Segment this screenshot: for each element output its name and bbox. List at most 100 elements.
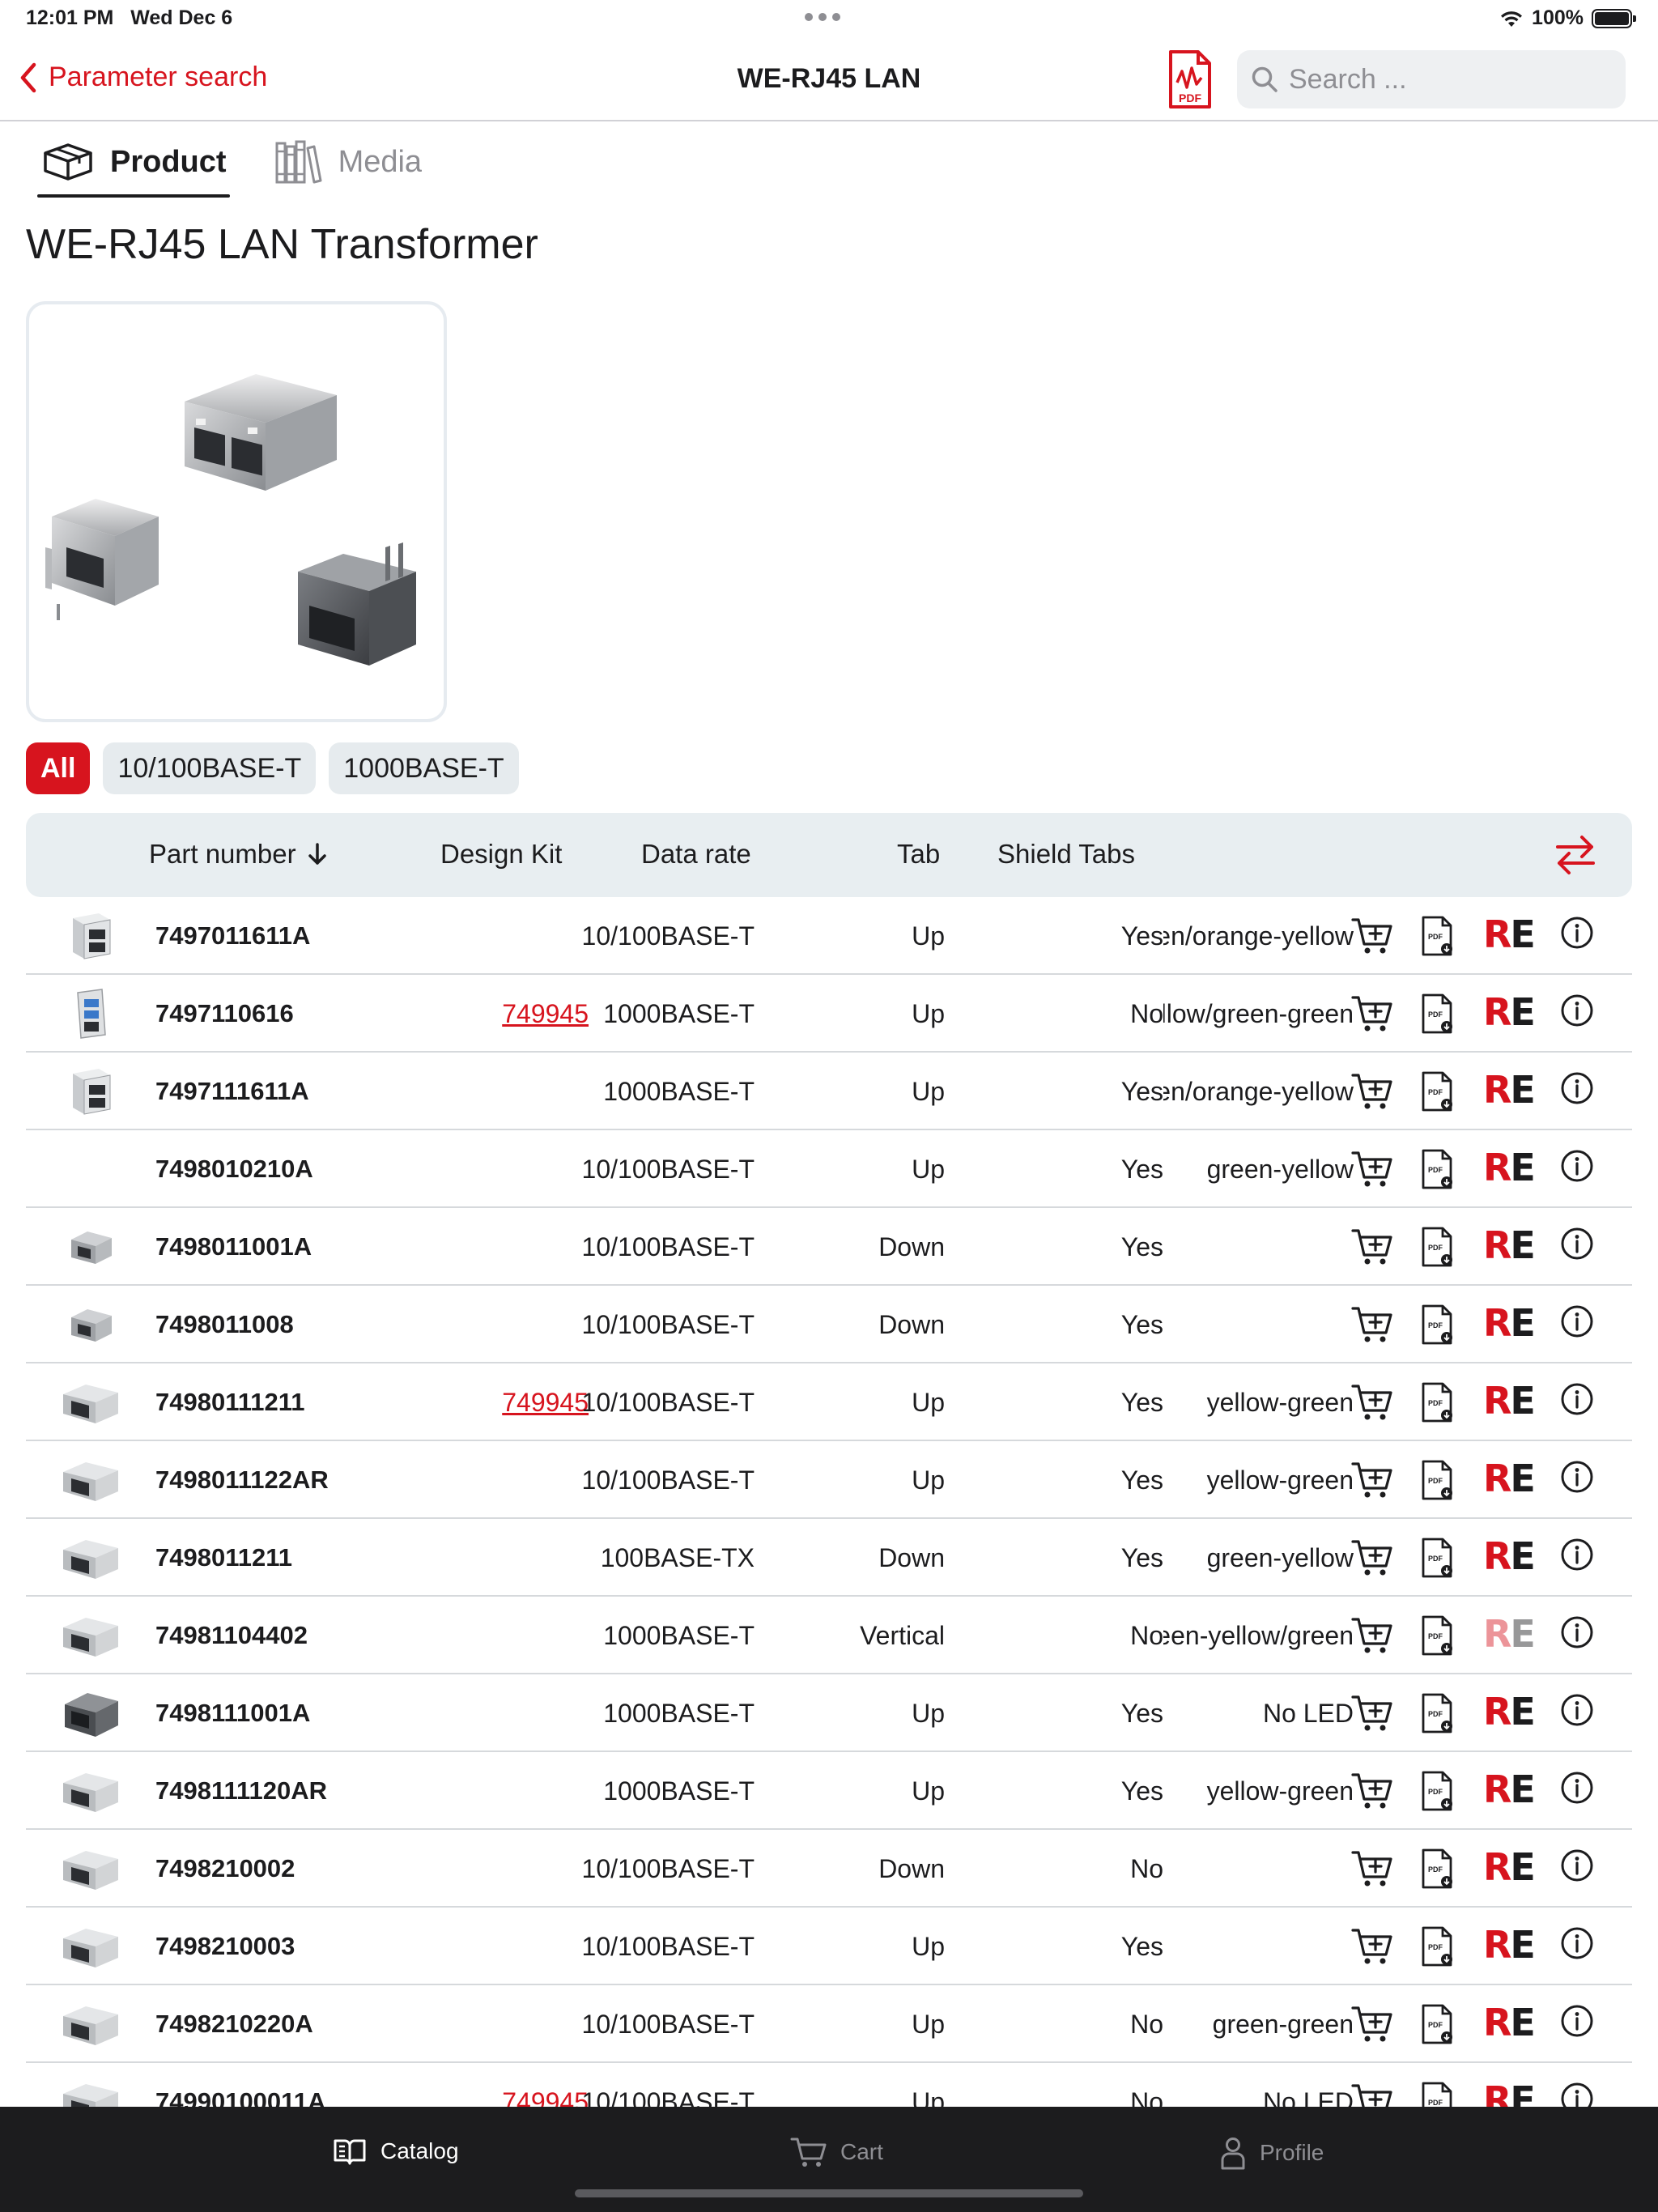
add-to-cart-button[interactable]	[1350, 1537, 1394, 1579]
table-row[interactable]: 7497011611A 10/100BASE-T Up Yes green/or…	[26, 897, 1632, 975]
part-number[interactable]: 7498011001A	[155, 1208, 312, 1286]
part-number[interactable]: 74981104402	[155, 1597, 308, 1674]
redexpert-button[interactable]: RE	[1483, 1767, 1537, 1811]
design-kit-link[interactable]	[366, 1752, 589, 1830]
back-button[interactable]: Parameter search	[19, 62, 267, 93]
redexpert-button[interactable]: RE	[1483, 1534, 1537, 1578]
table-row[interactable]: 74981104402 1000BASE-T Vertical No green…	[26, 1597, 1632, 1674]
table-row[interactable]: 7498010210A 10/100BASE-T Up Yes green-ye…	[26, 1130, 1632, 1208]
download-datasheet-button[interactable]: PDF	[1420, 2003, 1464, 2045]
table-row[interactable]: 7498011122AR 10/100BASE-T Up Yes yellow-…	[26, 1441, 1632, 1519]
add-to-cart-button[interactable]	[1350, 1925, 1394, 1967]
part-number[interactable]: 7497111611A	[155, 1053, 309, 1130]
design-kit-link[interactable]	[366, 1286, 589, 1363]
part-number[interactable]: 7498111001A	[155, 1674, 310, 1752]
download-datasheet-button[interactable]: PDF	[1420, 1148, 1464, 1190]
download-datasheet-button[interactable]: PDF	[1420, 1692, 1464, 1734]
add-to-cart-button[interactable]	[1350, 1381, 1394, 1423]
part-number[interactable]: 7498011122AR	[155, 1441, 329, 1519]
info-button[interactable]	[1559, 2003, 1603, 2045]
table-row[interactable]: 7498011001A 10/100BASE-T Down Yes PDF RE	[26, 1208, 1632, 1286]
part-number[interactable]: 7497011611A	[155, 897, 310, 975]
redexpert-button[interactable]: RE	[1483, 2001, 1537, 2044]
design-kit-link[interactable]	[366, 1674, 589, 1752]
part-number[interactable]: 74980111211	[155, 1363, 305, 1441]
tabbar-cart[interactable]: Cart	[790, 2136, 883, 2168]
info-button[interactable]	[1559, 1848, 1603, 1890]
add-to-cart-button[interactable]	[1350, 1226, 1394, 1268]
design-kit-link[interactable]: 749945	[366, 2063, 589, 2108]
design-kit-link[interactable]	[366, 1597, 589, 1674]
filter-chip-10-100base-t[interactable]: 10/100BASE-T	[103, 742, 317, 794]
redexpert-button[interactable]: RE	[1483, 1223, 1537, 1267]
multitasking-dots[interactable]	[805, 13, 840, 21]
info-button[interactable]	[1559, 1614, 1603, 1657]
redexpert-button[interactable]: RE	[1483, 1068, 1537, 1112]
table-row[interactable]: 7498111001A 1000BASE-T Up Yes No LED PDF…	[26, 1674, 1632, 1752]
tab-media[interactable]: Media	[270, 130, 426, 194]
table-row[interactable]: 7498011008 10/100BASE-T Down Yes PDF RE	[26, 1286, 1632, 1363]
add-to-cart-button[interactable]	[1350, 2081, 1394, 2107]
part-number[interactable]: 7498111120AR	[155, 1752, 327, 1830]
tabbar-catalog[interactable]: Catalog	[332, 2136, 459, 2167]
design-kit-link[interactable]	[366, 1519, 589, 1597]
redexpert-button[interactable]: RE	[1483, 1690, 1537, 1733]
download-datasheet-button[interactable]: PDF	[1420, 1537, 1464, 1579]
tabbar-profile[interactable]: Profile	[1219, 2136, 1324, 2170]
info-button[interactable]	[1559, 1537, 1603, 1579]
part-number[interactable]: 7498210220A	[155, 1985, 313, 2063]
info-button[interactable]	[1559, 1925, 1603, 1967]
redexpert-button[interactable]: RE	[1483, 1612, 1537, 1656]
add-to-cart-button[interactable]	[1350, 1304, 1394, 1346]
redexpert-button[interactable]: RE	[1483, 2078, 1537, 2107]
table-row[interactable]: 7498210002 10/100BASE-T Down No PDF RE	[26, 1830, 1632, 1908]
info-button[interactable]	[1559, 1070, 1603, 1112]
info-button[interactable]	[1559, 1692, 1603, 1734]
redexpert-button[interactable]: RE	[1483, 912, 1537, 956]
redexpert-button[interactable]: RE	[1483, 1379, 1537, 1423]
info-button[interactable]	[1559, 1226, 1603, 1268]
table-row[interactable]: 7497110616 749945 1000BASE-T Up No yello…	[26, 975, 1632, 1053]
search-input[interactable]	[1289, 63, 1613, 96]
table-row[interactable]: 7497111611A 1000BASE-T Up Yes green/oran…	[26, 1053, 1632, 1130]
info-button[interactable]	[1559, 2081, 1603, 2107]
download-datasheet-button[interactable]: PDF	[1420, 1925, 1464, 1967]
swap-columns-button[interactable]	[1551, 832, 1600, 878]
info-button[interactable]	[1559, 1304, 1603, 1346]
info-button[interactable]	[1559, 1381, 1603, 1423]
add-to-cart-button[interactable]	[1350, 1614, 1394, 1657]
table-row[interactable]: 7498011211 100BASE-TX Down Yes green-yel…	[26, 1519, 1632, 1597]
download-datasheet-button[interactable]: PDF	[1420, 1770, 1464, 1812]
download-datasheet-button[interactable]: PDF	[1420, 915, 1464, 957]
redexpert-button[interactable]: RE	[1483, 990, 1537, 1034]
info-button[interactable]	[1559, 915, 1603, 957]
add-to-cart-button[interactable]	[1350, 2003, 1394, 2045]
download-datasheet-button[interactable]: PDF	[1420, 2081, 1464, 2107]
redexpert-button[interactable]: RE	[1483, 1146, 1537, 1189]
column-header-data-rate[interactable]: Data rate	[641, 839, 751, 870]
part-number[interactable]: 74990100011A	[155, 2063, 325, 2107]
info-button[interactable]	[1559, 1459, 1603, 1501]
design-kit-link[interactable]	[366, 1985, 589, 2063]
add-to-cart-button[interactable]	[1350, 1770, 1394, 1812]
download-datasheet-button[interactable]: PDF	[1420, 1848, 1464, 1890]
table-row[interactable]: 74980111211 749945 10/100BASE-T Up Yes y…	[26, 1363, 1632, 1441]
design-kit-link[interactable]	[366, 1208, 589, 1286]
part-number[interactable]: 7498010210A	[155, 1130, 313, 1208]
table-row[interactable]: 7498111120AR 1000BASE-T Up Yes yellow-gr…	[26, 1752, 1632, 1830]
part-number[interactable]: 7498210002	[155, 1830, 295, 1908]
add-to-cart-button[interactable]	[1350, 1148, 1394, 1190]
download-datasheet-button[interactable]: PDF	[1420, 1459, 1464, 1501]
product-image[interactable]	[26, 301, 447, 722]
search-field[interactable]	[1237, 50, 1626, 108]
add-to-cart-button[interactable]	[1350, 915, 1394, 957]
download-datasheet-button[interactable]: PDF	[1420, 993, 1464, 1035]
column-header-design-kit[interactable]: Design Kit	[440, 839, 562, 870]
design-kit-link[interactable]	[366, 1130, 589, 1208]
home-indicator[interactable]	[575, 2189, 1083, 2197]
add-to-cart-button[interactable]	[1350, 993, 1394, 1035]
column-header-shield-tabs[interactable]: Shield Tabs	[997, 839, 1135, 870]
add-to-cart-button[interactable]	[1350, 1459, 1394, 1501]
table-row[interactable]: 7498210220A 10/100BASE-T Up No green-gre…	[26, 1985, 1632, 2063]
table-row[interactable]: 7498210003 10/100BASE-T Up Yes PDF RE	[26, 1908, 1632, 1985]
